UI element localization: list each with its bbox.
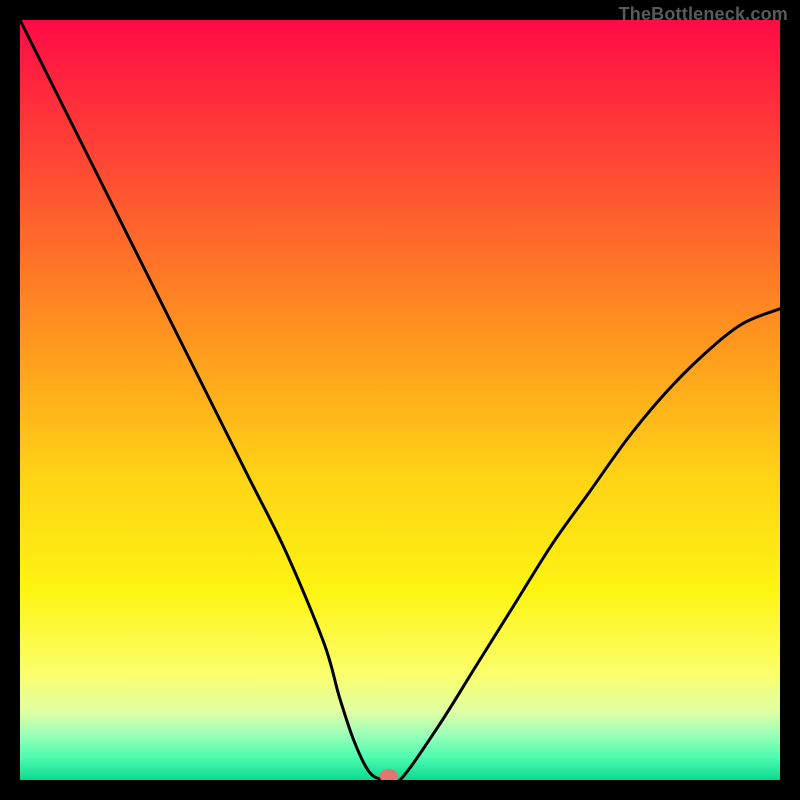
chart-container: TheBottleneck.com — [0, 0, 800, 800]
gradient-background — [20, 20, 780, 780]
chart-svg — [20, 20, 780, 780]
plot-area — [20, 20, 780, 780]
attribution-label: TheBottleneck.com — [619, 4, 788, 25]
